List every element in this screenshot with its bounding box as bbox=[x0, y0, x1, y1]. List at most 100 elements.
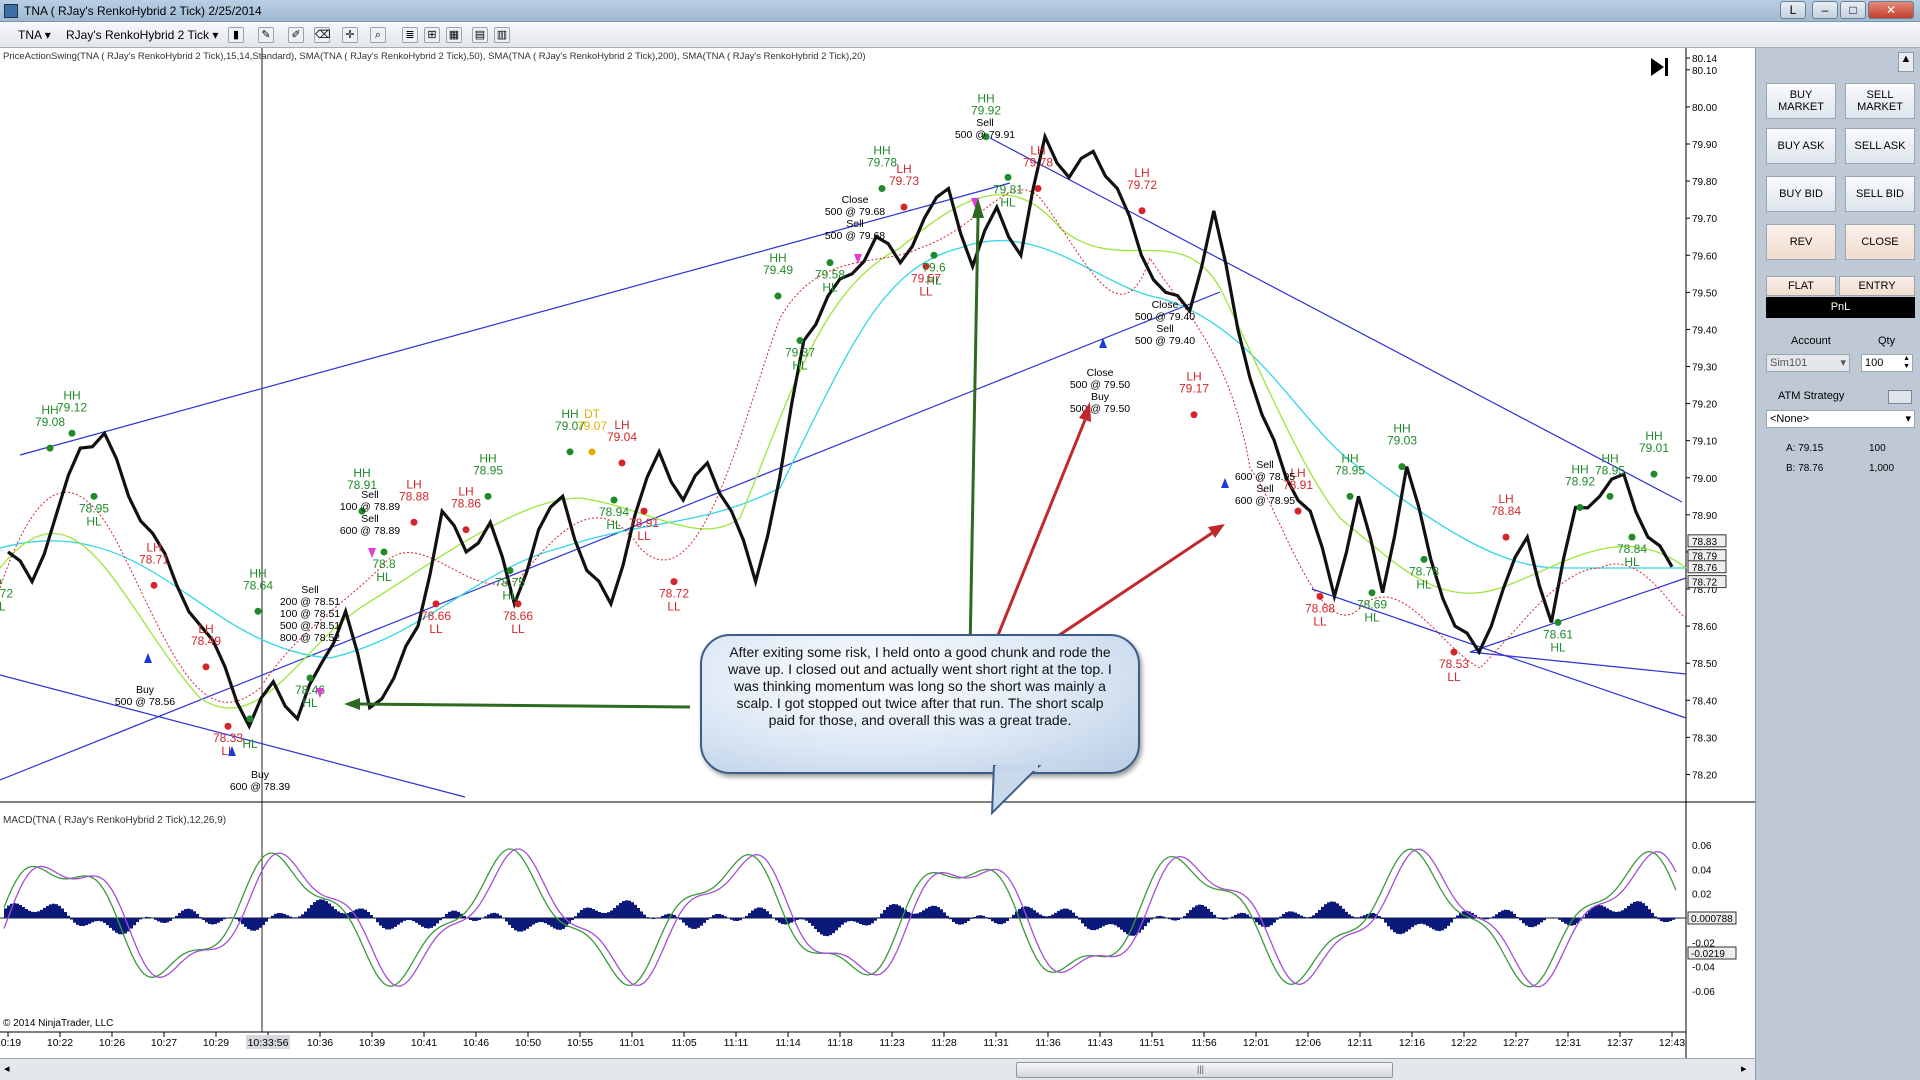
macd-bar bbox=[190, 909, 193, 918]
macd-bar bbox=[523, 918, 526, 931]
chart-canvas[interactable]: 78.72HL79.08HH79.12HH78.95HL78.71LH78.49… bbox=[0, 48, 1755, 1058]
drawing-pencil-icon[interactable]: ✎ bbox=[258, 27, 274, 43]
macd-bar bbox=[454, 910, 457, 918]
buy-market-button[interactable]: BUY MARKET bbox=[1766, 83, 1836, 119]
templates-icon[interactable]: ▤ bbox=[472, 27, 488, 43]
chart-area[interactable]: 78.72HL79.08HH79.12HH78.95HL78.71LH78.49… bbox=[0, 48, 1755, 1058]
zoom-icon[interactable]: ⌕ bbox=[370, 27, 386, 43]
swing-kind: HH bbox=[1601, 451, 1618, 465]
lock-button[interactable]: L bbox=[1780, 1, 1806, 19]
buy-ask-button[interactable]: BUY ASK bbox=[1766, 128, 1836, 164]
account-select[interactable]: Sim101 ▾ bbox=[1766, 354, 1850, 372]
minimize-button[interactable]: – bbox=[1812, 1, 1838, 19]
trade-label: Sell bbox=[976, 117, 994, 129]
swing-kind: LH bbox=[1498, 492, 1513, 506]
instrument-selector[interactable]: TNA ▾ bbox=[14, 26, 55, 44]
scroll-left-icon[interactable]: ◂ bbox=[4, 1062, 10, 1075]
scroll-right-icon[interactable]: ▸ bbox=[1741, 1062, 1747, 1075]
strategies-icon[interactable]: ⊞ bbox=[424, 27, 440, 43]
swing-dot bbox=[68, 429, 76, 437]
entry-button[interactable]: ENTRY bbox=[1839, 276, 1915, 296]
swing-kind: HL bbox=[502, 588, 518, 602]
macd-bar bbox=[754, 908, 757, 918]
macd-bar bbox=[493, 912, 496, 918]
sell-bid-button[interactable]: SELL BID bbox=[1845, 176, 1915, 212]
macd-bar bbox=[550, 918, 553, 927]
horizontal-scrollbar[interactable]: ◂ ||| ▸ bbox=[0, 1058, 1755, 1080]
macd-bar bbox=[244, 918, 247, 927]
swing-dot bbox=[670, 578, 678, 586]
panel-scroll-up-icon[interactable]: ▲ bbox=[1898, 52, 1914, 72]
macd-bar bbox=[1336, 903, 1339, 918]
price-tick-label: 79.60 bbox=[1692, 251, 1717, 262]
chart-properties-icon[interactable]: ▦ bbox=[446, 27, 462, 43]
macd-bar bbox=[988, 918, 991, 920]
swing-kind: LH bbox=[1030, 144, 1045, 158]
macd-bar bbox=[982, 915, 985, 918]
price-tick-label: 78.40 bbox=[1692, 696, 1717, 707]
swing-dot bbox=[774, 292, 782, 300]
macd-bar bbox=[1294, 912, 1297, 918]
swing-kind: HH bbox=[63, 388, 80, 402]
swing-dot bbox=[1554, 618, 1562, 626]
time-tick-label: 10:50 bbox=[515, 1037, 541, 1049]
price-tick-label: 78.30 bbox=[1692, 733, 1717, 744]
swing-value: 78.95 bbox=[1595, 463, 1625, 477]
trade-label: Close bbox=[842, 194, 869, 206]
reverse-button[interactable]: REV bbox=[1766, 224, 1836, 260]
swing-value: 79.92 bbox=[971, 104, 1001, 118]
sell-market-button[interactable]: SELL MARKET bbox=[1845, 83, 1915, 119]
macd-bar bbox=[1504, 909, 1507, 918]
price-tick-label: 79.00 bbox=[1692, 474, 1717, 485]
swing-dot bbox=[484, 492, 492, 500]
swing-value: 78.33 bbox=[213, 731, 243, 745]
swing-kind: LL bbox=[637, 529, 651, 543]
trade-label: 600 @ 78.95 bbox=[1235, 495, 1295, 507]
atm-strategy-select[interactable]: <None> ▾ bbox=[1766, 410, 1915, 428]
macd-bar bbox=[823, 918, 826, 936]
close-position-button[interactable]: CLOSE bbox=[1845, 224, 1915, 260]
macd-bar bbox=[529, 918, 532, 927]
macd-bar bbox=[1450, 918, 1453, 923]
price-tick-label: 78.90 bbox=[1692, 511, 1717, 522]
qty-stepper[interactable]: 100 ▲ ▼ bbox=[1861, 354, 1913, 372]
highlighter-icon[interactable]: ✐ bbox=[288, 27, 304, 43]
data-box-icon[interactable]: ▥ bbox=[494, 27, 510, 43]
indicators-icon[interactable]: ≣ bbox=[402, 27, 418, 43]
crosshair-icon[interactable]: ✛ bbox=[342, 27, 358, 43]
trade-label: 600 @ 78.95 bbox=[1235, 471, 1295, 483]
stepper-arrows-icon[interactable]: ▲ ▼ bbox=[1903, 355, 1910, 371]
macd-bar bbox=[634, 904, 637, 918]
maximize-button[interactable]: □ bbox=[1840, 1, 1866, 19]
close-window-button[interactable]: ✕ bbox=[1868, 1, 1914, 19]
scrollbar-thumb[interactable]: ||| bbox=[1016, 1062, 1393, 1078]
macd-bar bbox=[955, 918, 958, 924]
macd-bar bbox=[91, 918, 94, 923]
macd-bar bbox=[406, 918, 409, 921]
macd-bar bbox=[367, 911, 370, 918]
macd-bar bbox=[337, 911, 340, 918]
bar-style-icon[interactable]: ▮ bbox=[228, 27, 244, 43]
macd-bar bbox=[535, 918, 538, 923]
macd-bar bbox=[1075, 915, 1078, 918]
buy-bid-button[interactable]: BUY BID bbox=[1766, 176, 1836, 212]
eraser-icon[interactable]: ⌫ bbox=[314, 27, 331, 43]
macd-bar bbox=[283, 913, 286, 918]
sell-ask-button[interactable]: SELL ASK bbox=[1845, 128, 1915, 164]
swing-value: 78.64 bbox=[243, 578, 273, 592]
macd-bar bbox=[1519, 918, 1522, 921]
macd-bar bbox=[1378, 916, 1381, 918]
price-tick-label: 79.10 bbox=[1692, 437, 1717, 448]
qty-label: Qty bbox=[1878, 335, 1896, 347]
time-tick-label: 11:14 bbox=[775, 1037, 801, 1049]
macd-bar bbox=[889, 904, 892, 918]
macd-bar bbox=[229, 917, 232, 918]
time-tick-label: 12:27 bbox=[1503, 1037, 1529, 1049]
bar-type-selector[interactable]: RJay's RenkoHybrid 2 Tick ▾ bbox=[62, 26, 222, 44]
trade-label: 800 @ 78.52 bbox=[280, 632, 340, 644]
atm-settings-button[interactable] bbox=[1888, 390, 1912, 404]
time-tick-label: 12:22 bbox=[1451, 1037, 1477, 1049]
macd-bar bbox=[220, 918, 223, 921]
flat-button[interactable]: FLAT bbox=[1766, 276, 1836, 296]
bid-price: B: 78.76 bbox=[1786, 463, 1824, 474]
